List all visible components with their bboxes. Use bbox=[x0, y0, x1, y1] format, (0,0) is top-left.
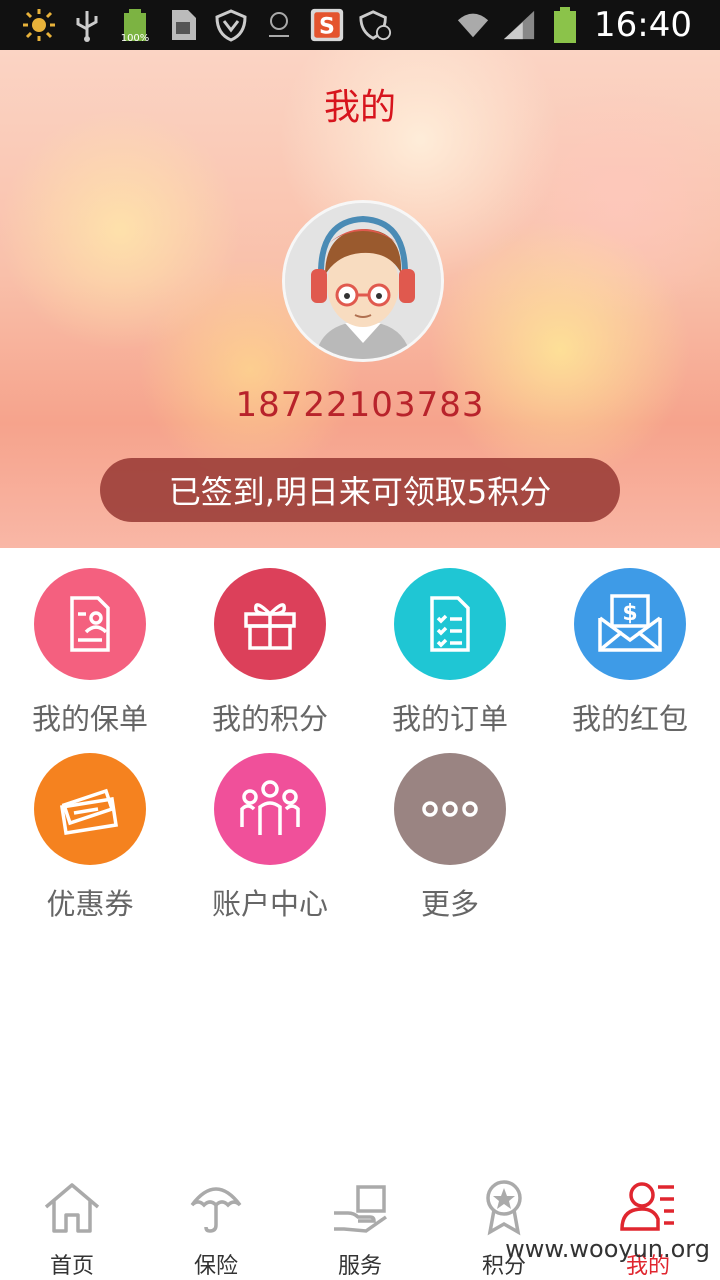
svg-text:S: S bbox=[319, 14, 335, 40]
grid-item-coupons[interactable]: 优惠券 bbox=[0, 733, 180, 923]
grid-item-my-points[interactable]: 我的积分 bbox=[180, 548, 360, 738]
status-bar: 100% S 16:40 bbox=[0, 0, 720, 50]
shield-sync-icon bbox=[358, 8, 392, 42]
brightness-sun-icon bbox=[22, 8, 56, 42]
nav-label: 保险 bbox=[193, 1254, 238, 1279]
grid-item-account-center[interactable]: 账户中心 bbox=[180, 733, 360, 923]
bottom-navigation: 首页 保险 服务 积分 我的 bbox=[0, 1170, 720, 1280]
grid-item-label: 更多 bbox=[420, 887, 479, 921]
nav-label: 服务 bbox=[337, 1254, 382, 1279]
shield-v-icon bbox=[214, 8, 248, 42]
nav-home[interactable]: 首页 bbox=[0, 1170, 144, 1280]
wifi-icon bbox=[456, 8, 490, 42]
avatar-illustration bbox=[285, 203, 441, 359]
gift-icon bbox=[214, 568, 326, 680]
grid-item-more[interactable]: 更多 bbox=[360, 733, 540, 923]
points-medal-icon bbox=[472, 1178, 536, 1236]
svg-text:$: $ bbox=[622, 601, 637, 626]
coupon-icon bbox=[34, 753, 146, 865]
order-list-icon bbox=[394, 568, 506, 680]
grid-item-my-red-envelope[interactable]: $ 我的红包 bbox=[540, 548, 720, 738]
signal-icon bbox=[502, 8, 536, 42]
emblem-icon bbox=[262, 8, 296, 42]
nav-service[interactable]: 服务 bbox=[288, 1170, 432, 1280]
home-icon bbox=[40, 1178, 104, 1236]
page-title: 我的 bbox=[323, 87, 396, 128]
nav-insurance[interactable]: 保险 bbox=[144, 1170, 288, 1280]
profile-header: 我的 18722103783 已签到,明日来可领取5积分 bbox=[0, 50, 720, 548]
nav-mine[interactable]: 我的 bbox=[576, 1170, 720, 1280]
grid-item-label: 账户中心 bbox=[211, 887, 328, 921]
sogou-s-icon: S bbox=[310, 8, 344, 42]
grid-item-label: 我的积分 bbox=[211, 702, 328, 736]
avatar[interactable] bbox=[282, 200, 444, 362]
watermark-text: www.wooyun.org bbox=[505, 1235, 710, 1263]
nav-points[interactable]: 积分 bbox=[432, 1170, 576, 1280]
service-icon bbox=[328, 1178, 392, 1236]
grid-item-label: 我的保单 bbox=[31, 702, 148, 736]
sd-card-icon bbox=[166, 8, 200, 42]
profile-icon bbox=[616, 1178, 680, 1236]
usb-icon bbox=[70, 8, 104, 42]
grid-item-my-policy[interactable]: 我的保单 bbox=[0, 548, 180, 738]
more-icon bbox=[394, 753, 506, 865]
grid-item-label: 我的红包 bbox=[571, 702, 688, 736]
checkin-button[interactable]: 已签到,明日来可领取5积分 bbox=[100, 458, 620, 522]
account-center-icon bbox=[214, 753, 326, 865]
policy-icon bbox=[34, 568, 146, 680]
grid-item-label: 我的订单 bbox=[391, 702, 508, 736]
nav-label: 首页 bbox=[49, 1254, 94, 1279]
red-envelope-icon: $ bbox=[574, 568, 686, 680]
umbrella-icon bbox=[184, 1178, 248, 1236]
user-phone-number: 18722103783 bbox=[235, 385, 485, 425]
grid-item-label: 优惠券 bbox=[46, 887, 134, 921]
battery-icon bbox=[548, 7, 582, 43]
battery-percent-label: 100% bbox=[120, 33, 150, 44]
grid-item-my-orders[interactable]: 我的订单 bbox=[360, 548, 540, 738]
clock: 16:40 bbox=[594, 5, 692, 45]
battery-full-icon: 100% bbox=[118, 8, 152, 44]
